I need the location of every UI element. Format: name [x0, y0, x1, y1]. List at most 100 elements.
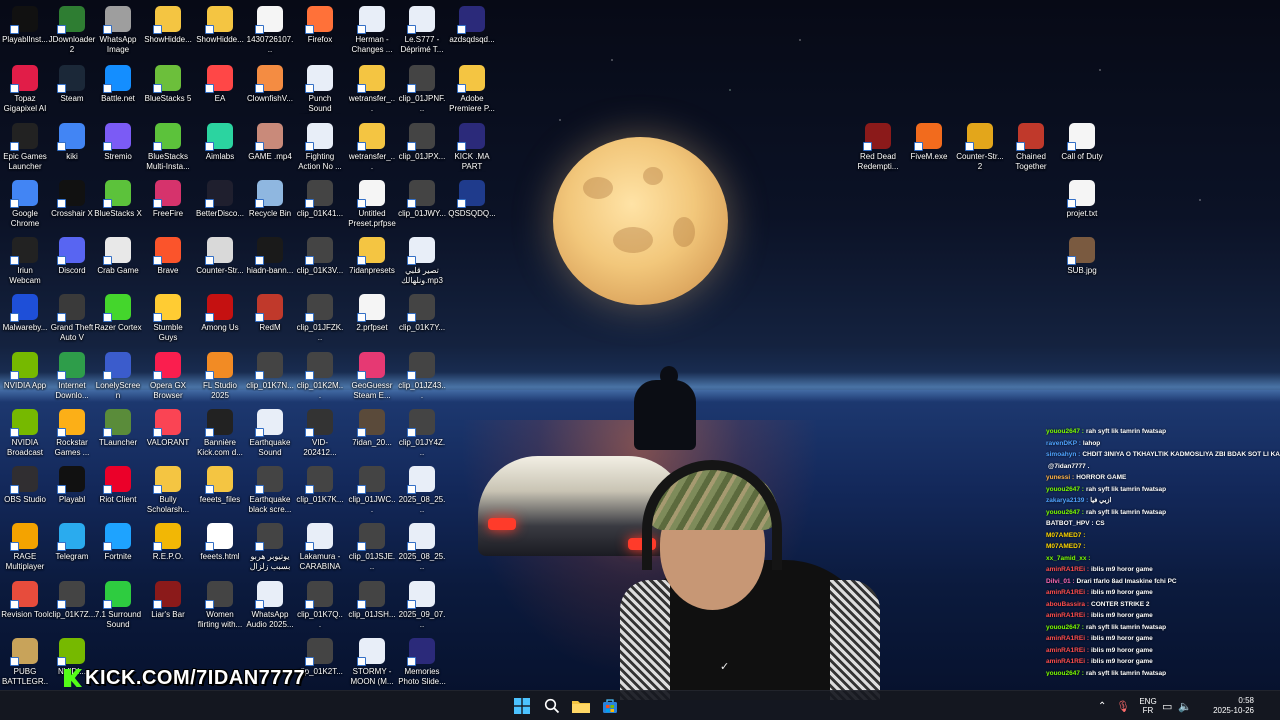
- desktop-icon[interactable]: R.E.P.O.: [144, 520, 192, 562]
- desktop-icon[interactable]: clip_01JWY...: [398, 177, 446, 219]
- desktop-icon[interactable]: JDownloader 2: [48, 3, 96, 55]
- desktop-icon[interactable]: FiveM.exe: [905, 120, 953, 162]
- desktop-icon[interactable]: Iriun Webcam: [1, 234, 49, 286]
- desktop-icon[interactable]: 2025_08_25...: [398, 463, 446, 515]
- volume-icon[interactable]: 🔈: [1178, 700, 1194, 713]
- desktop-icon[interactable]: Discord: [48, 234, 96, 276]
- desktop-icon[interactable]: FreeFire: [144, 177, 192, 219]
- chat-username[interactable]: aminRA1REi :: [1046, 589, 1089, 596]
- desktop-icon[interactable]: Revision Tool: [1, 578, 49, 620]
- desktop-icon[interactable]: Brave: [144, 234, 192, 276]
- desktop-icon[interactable]: Battle.net: [94, 62, 142, 104]
- desktop-icon[interactable]: BlueStacks Multi-Insta...: [144, 120, 192, 172]
- desktop-icon[interactable]: LonelyScreen: [94, 349, 142, 401]
- desktop-icon[interactable]: WhatsApp Image 2025...: [94, 3, 142, 55]
- desktop-icon[interactable]: projet.txt: [1058, 177, 1106, 219]
- desktop-icon[interactable]: Memories Photo Slide...: [398, 635, 446, 687]
- desktop-icon[interactable]: Rockstar Games ...: [48, 406, 96, 458]
- store-button[interactable]: [598, 694, 622, 718]
- desktop-icon[interactable]: تصير قلبي ونلهالك.mp3: [398, 234, 446, 286]
- desktop-icon[interactable]: clip_01K7N...: [246, 349, 294, 391]
- desktop-icon[interactable]: Telegram: [48, 520, 96, 562]
- desktop-icon[interactable]: FL Studio 2025: [196, 349, 244, 401]
- desktop-icon[interactable]: clip_01K7K...: [296, 463, 344, 505]
- chat-username[interactable]: Dilvi_01 :: [1046, 578, 1075, 585]
- desktop-icon[interactable]: Stremio: [94, 120, 142, 162]
- microphone-icon[interactable]: 🎙: [1112, 700, 1134, 713]
- network-icon[interactable]: ▭: [1162, 700, 1178, 713]
- desktop-icon[interactable]: Punch Sound Effect..mp3: [296, 62, 344, 114]
- desktop-icon[interactable]: KICK .MA PART 2.prproj: [448, 120, 496, 172]
- chat-username[interactable]: BATBOT_HPV :: [1046, 520, 1094, 527]
- chat-username[interactable]: M07AMED7 :: [1046, 543, 1085, 550]
- desktop-icon[interactable]: 7.1 Surround Sound: [94, 578, 142, 630]
- desktop-icon[interactable]: Aimlabs: [196, 120, 244, 162]
- desktop-icon[interactable]: EA: [196, 62, 244, 104]
- desktop-icon[interactable]: Playabl: [48, 463, 96, 505]
- desktop-icon[interactable]: clip_01JY4Z...: [398, 406, 446, 458]
- desktop-icon[interactable]: hiadn-bann...: [246, 234, 294, 276]
- chat-username[interactable]: youou2647 :: [1046, 624, 1084, 631]
- chat-username[interactable]: xx_7amid_xx :: [1046, 555, 1090, 562]
- clock[interactable]: 0:58 2025-10-26: [1200, 691, 1254, 720]
- desktop-icon[interactable]: 7idan_20...: [348, 406, 396, 448]
- desktop-icon[interactable]: Red Dead Redempti...: [854, 120, 902, 172]
- desktop-icon[interactable]: Bully Scholarsh...: [144, 463, 192, 515]
- desktop-icon[interactable]: Malwareby...: [1, 291, 49, 333]
- desktop-icon[interactable]: azdsqdsqd...: [448, 3, 496, 45]
- desktop-icon[interactable]: Call of Duty: [1058, 120, 1106, 162]
- desktop-icon[interactable]: Crab Game: [94, 234, 142, 276]
- file-explorer-button[interactable]: [569, 694, 593, 718]
- desktop-icon[interactable]: VID-202412... (1).mp4: [296, 406, 344, 458]
- desktop-icon[interactable]: Herman - Changes ...: [348, 3, 396, 55]
- desktop-icon[interactable]: Epic Games Launcher: [1, 120, 49, 172]
- desktop-icon[interactable]: Internet Downlo...: [48, 349, 96, 401]
- desktop-icon[interactable]: GAME .mp4: [246, 120, 294, 162]
- chat-username[interactable]: youou2647 :: [1046, 486, 1084, 493]
- desktop-icon[interactable]: PUBG BATTLEGR...: [1, 635, 49, 687]
- desktop-icon[interactable]: GeoGuessr Steam E...: [348, 349, 396, 401]
- chat-username[interactable]: yunessi :: [1046, 474, 1074, 481]
- language-switcher[interactable]: ENG FR: [1134, 697, 1162, 715]
- desktop-icon[interactable]: NVIDIA App: [1, 349, 49, 391]
- desktop-icon[interactable]: Google Chrome: [1, 177, 49, 229]
- desktop-icon[interactable]: يوتيوبر هربو بسبب زلزال: [246, 520, 294, 572]
- desktop-icon[interactable]: clip_01K7Q...: [296, 578, 344, 630]
- desktop-icon[interactable]: Razer Cortex: [94, 291, 142, 333]
- desktop-icon[interactable]: Liar's Bar: [144, 578, 192, 620]
- chat-username[interactable]: aminRA1REi :: [1046, 612, 1089, 619]
- desktop-icon[interactable]: Among Us: [196, 291, 244, 333]
- desktop-icon[interactable]: NVIDIA Broadcast: [1, 406, 49, 458]
- desktop-icon[interactable]: Stumble Guys: [144, 291, 192, 343]
- desktop-icon[interactable]: clip_01JFZK...: [296, 291, 344, 343]
- desktop-icon[interactable]: Le.S777 - Déprimé T...: [398, 3, 446, 55]
- desktop-icon[interactable]: Fortnite: [94, 520, 142, 562]
- chat-username[interactable]: youou2647 :: [1046, 670, 1084, 677]
- desktop-icon[interactable]: Lakamura - CARABINA ...: [296, 520, 344, 572]
- chat-username[interactable]: abouBassira :: [1046, 601, 1089, 608]
- desktop-icon[interactable]: feeets_files: [196, 463, 244, 505]
- desktop-icon[interactable]: RAGE Multiplayer: [1, 520, 49, 572]
- start-button[interactable]: [510, 694, 534, 718]
- chat-username[interactable]: youou2647 :: [1046, 428, 1084, 435]
- chat-username[interactable]: ravenDKP :: [1046, 440, 1081, 447]
- desktop-icon[interactable]: 2025_08_25...: [398, 520, 446, 572]
- desktop-icon[interactable]: wetransfer_...: [348, 62, 396, 114]
- chat-username[interactable]: aminRA1REi :: [1046, 658, 1089, 665]
- desktop-icon[interactable]: BlueStacks 5: [144, 62, 192, 104]
- desktop-icon[interactable]: clip_01K7Y...: [398, 291, 446, 333]
- desktop-icon[interactable]: Adobe Premiere P...: [448, 62, 496, 114]
- desktop-icon[interactable]: Untitled Preset.prfpset: [348, 177, 396, 229]
- desktop-icon[interactable]: STORMY - MOON (M...: [348, 635, 396, 687]
- chat-username[interactable]: youou2647 :: [1046, 509, 1084, 516]
- desktop-icon[interactable]: wetransfer_...: [348, 120, 396, 172]
- desktop-icon[interactable]: clip_01JWC...: [348, 463, 396, 515]
- chat-username[interactable]: M07AMED7 :: [1046, 532, 1085, 539]
- chat-username[interactable]: zakarya2139 :: [1046, 497, 1088, 504]
- desktop-icon[interactable]: ShowHidde...: [196, 3, 244, 45]
- desktop-icon[interactable]: Earthquake Sound Effec...: [246, 406, 294, 458]
- desktop-icon[interactable]: Earthquake black scre...: [246, 463, 294, 515]
- search-button[interactable]: [540, 694, 564, 718]
- desktop-icon[interactable]: 2.prfpset: [348, 291, 396, 333]
- chevron-up-icon[interactable]: ⌃: [1098, 701, 1112, 712]
